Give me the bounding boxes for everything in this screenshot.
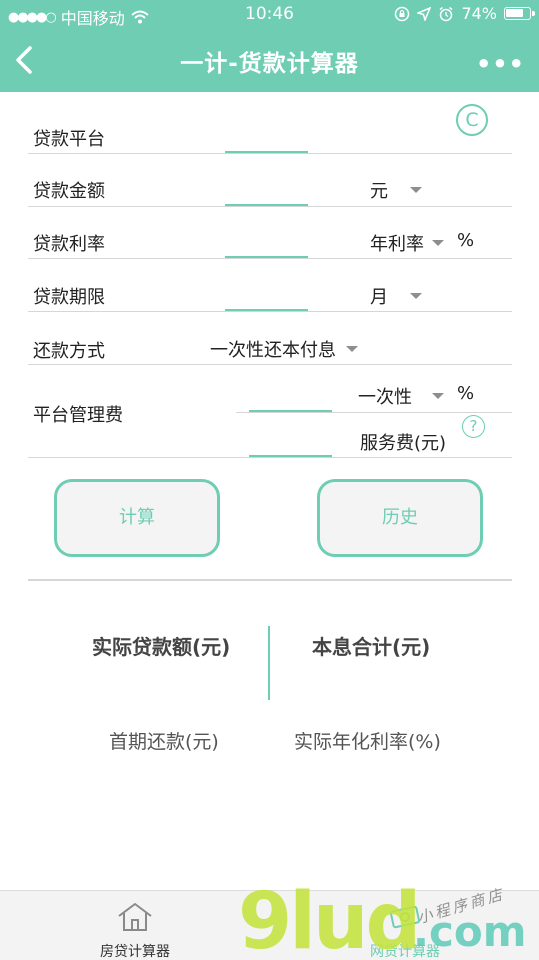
amount-unit-value: 元 [370, 181, 388, 202]
platform-label: 贷款平台 [33, 129, 105, 150]
rate-label: 贷款利率 [33, 234, 105, 255]
method-label: 还款方式 [33, 341, 105, 362]
divider [28, 258, 512, 259]
cash-icon [389, 905, 421, 929]
location-icon [417, 6, 432, 21]
result-divider [268, 626, 270, 700]
divider [236, 412, 512, 413]
chevron-down-icon [410, 187, 422, 193]
fee-label: 平台管理费 [33, 405, 123, 426]
divider [28, 206, 512, 207]
rate-percent-label: % [457, 230, 475, 251]
battery-percent: 74% [461, 4, 497, 23]
annual-rate-label: 实际年化利率(%) [294, 731, 441, 753]
fee-type-value: 一次性 [358, 387, 412, 408]
first-payment-label: 首期还款(元) [109, 731, 219, 753]
rate-type-select[interactable]: 年利率 [370, 230, 444, 256]
rotation-lock-icon [395, 6, 410, 21]
divider [28, 311, 512, 312]
amount-unit-select[interactable]: 元 [370, 177, 422, 203]
actual-loan-label: 实际贷款额(元) [92, 635, 231, 659]
term-unit-select[interactable]: 月 [370, 283, 422, 309]
method-select[interactable]: 一次性还本付息 [210, 336, 358, 362]
calculate-button[interactable]: 计算 [54, 479, 220, 557]
chevron-down-icon [432, 393, 444, 399]
tab-mortgage-calculator[interactable]: 房贷计算器 [0, 891, 270, 960]
fee-type-select[interactable]: 一次性 [358, 383, 444, 409]
page-title: 一计-货款计算器 [180, 51, 359, 77]
chevron-down-icon [410, 293, 422, 299]
clear-icon[interactable]: C [456, 104, 488, 136]
help-icon[interactable]: ? [462, 415, 485, 438]
tab-bar: 房贷计算器 网贷计算器 [0, 890, 539, 960]
chevron-down-icon [432, 240, 444, 246]
battery-icon [504, 7, 535, 20]
more-menu-icon[interactable]: ••• [476, 50, 525, 78]
fee-percent-label: % [457, 383, 475, 404]
divider [28, 153, 512, 154]
section-divider [28, 579, 512, 581]
amount-label: 贷款金额 [33, 181, 105, 202]
rate-type-value: 年利率 [370, 234, 424, 255]
service-fee-label: 服务费(元) [360, 433, 447, 454]
tab-label: 房贷计算器 [100, 944, 170, 960]
tab-online-loan-calculator[interactable]: 网贷计算器 [270, 891, 539, 960]
term-unit-value: 月 [370, 287, 388, 308]
tab-label: 网贷计算器 [370, 944, 440, 960]
status-bar: ●●●●○ 中国移动 10:46 74% [0, 0, 539, 30]
status-right: 74% [394, 4, 535, 23]
history-button[interactable]: 历史 [317, 479, 483, 557]
divider [28, 457, 512, 458]
divider [28, 364, 512, 365]
method-value: 一次性还本付息 [210, 340, 336, 361]
house-icon [118, 903, 152, 931]
term-label: 贷款期限 [33, 287, 105, 308]
total-label: 本息合计(元) [312, 635, 431, 659]
alarm-icon [439, 6, 453, 21]
chevron-down-icon [346, 346, 358, 352]
top-bar: ●●●●○ 中国移动 10:46 74% 一计-货款计算器 ••• [0, 0, 539, 92]
